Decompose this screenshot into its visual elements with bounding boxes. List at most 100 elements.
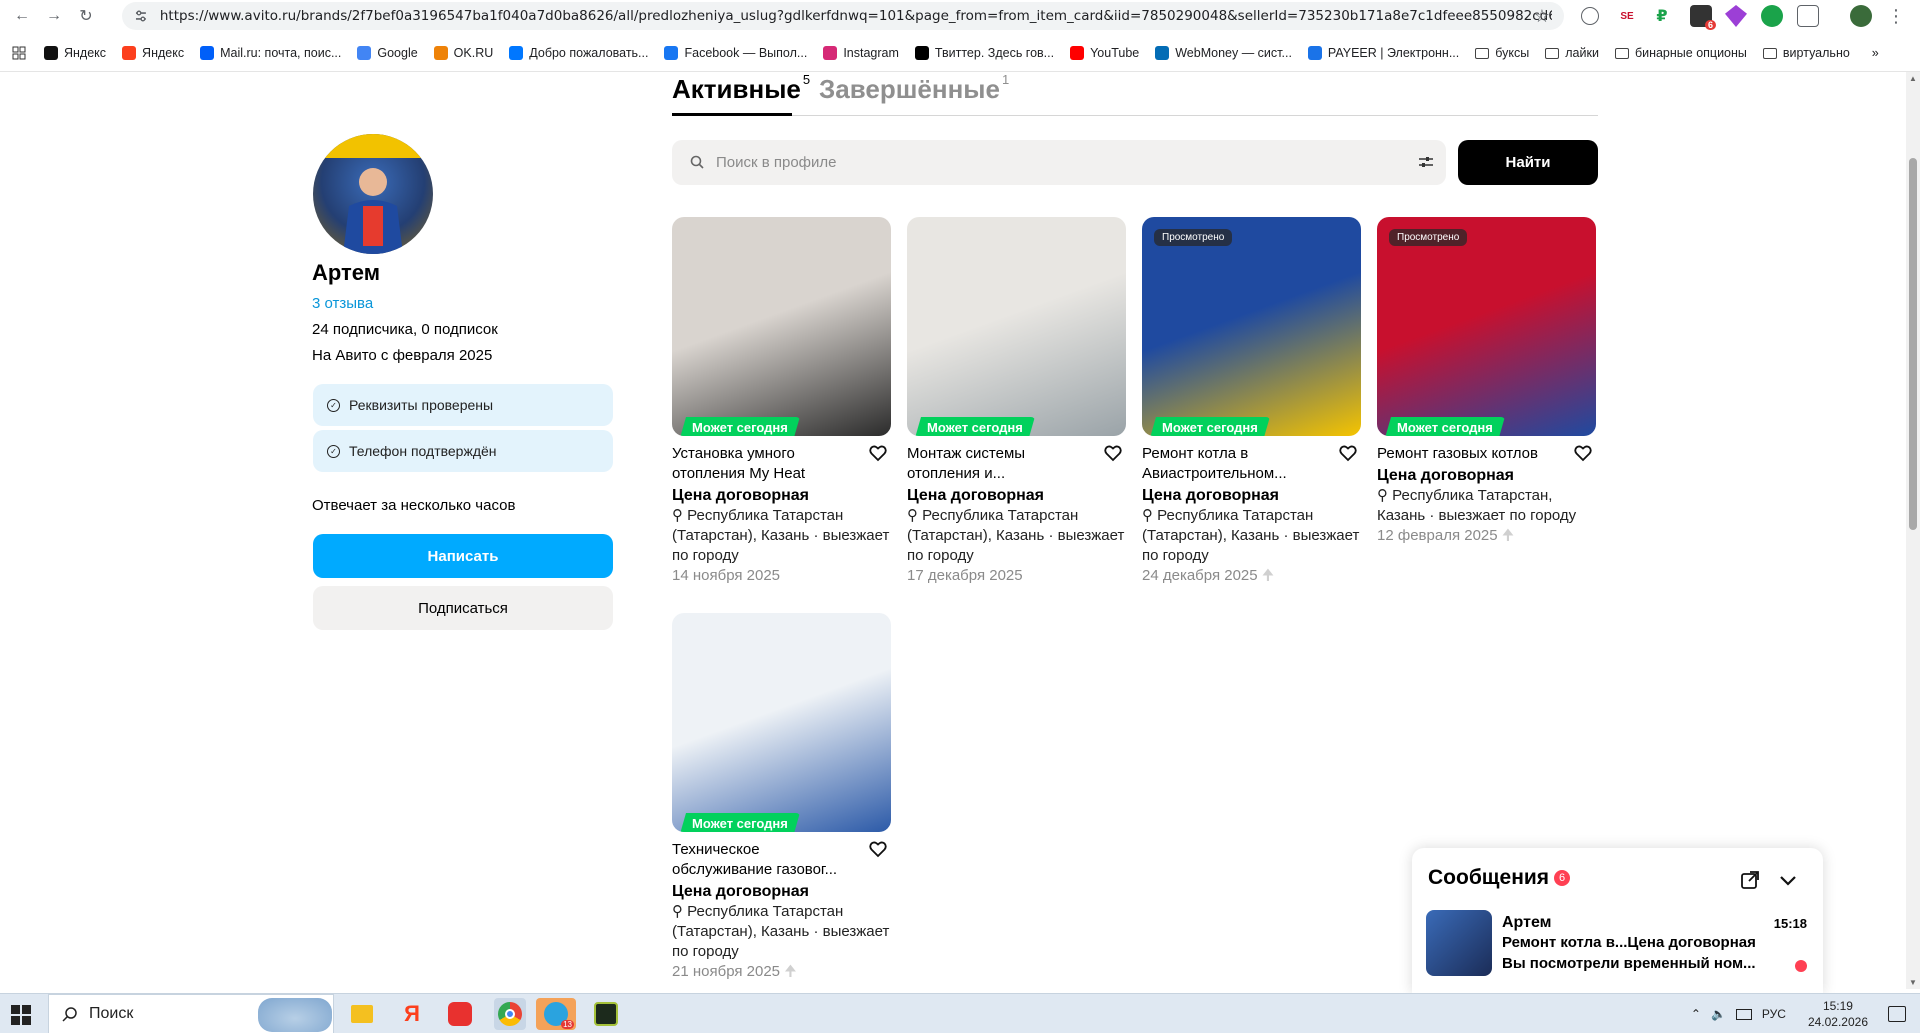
bookmark-item[interactable]: виртуально xyxy=(1762,46,1850,60)
notifications-icon[interactable] xyxy=(1888,1006,1906,1022)
listing-card[interactable]: Просмотрено Может сегодня Ремонт котла в А… xyxy=(1142,217,1361,586)
windows-start-icon[interactable] xyxy=(10,1004,32,1026)
filter-sliders-icon[interactable] xyxy=(1418,155,1434,169)
bookmarks-overflow-icon[interactable]: » xyxy=(1872,46,1879,60)
chat-ad-title[interactable]: Ремонт котла в...Цена договорная xyxy=(1502,934,1756,951)
scroll-up-icon[interactable]: ▲ xyxy=(1909,74,1917,83)
bookmark-item[interactable]: бинарные опционы xyxy=(1614,46,1747,60)
language-indicator[interactable]: РУС xyxy=(1762,1007,1786,1021)
seller-avatar[interactable] xyxy=(313,134,433,254)
bookmark-item[interactable]: Facebook — Выпол... xyxy=(664,46,807,60)
mailru-icon xyxy=(200,46,215,60)
bookmark-item[interactable]: YouTube xyxy=(1070,46,1139,60)
listing-image[interactable]: Просмотрено Может сегодня xyxy=(1142,217,1361,436)
favorite-heart-icon[interactable] xyxy=(1339,444,1357,462)
listing-title[interactable]: Монтаж системы отопления и... xyxy=(907,444,1097,484)
bookmark-item[interactable]: WebMoney — сист... xyxy=(1155,46,1292,60)
chat-name[interactable]: Артем xyxy=(1502,914,1551,932)
instagram-icon xyxy=(823,46,838,60)
bookmark-item[interactable]: лайки xyxy=(1545,46,1599,60)
bookmark-label: Google xyxy=(377,46,418,60)
tab-active[interactable]: Активные 5 xyxy=(672,72,810,105)
bookmark-item[interactable]: Google xyxy=(357,46,418,60)
listing-card[interactable]: Может сегодня Техническое обслуживание га… xyxy=(672,613,891,982)
listing-image[interactable]: Просмотрено Может сегодня xyxy=(1377,217,1596,436)
write-message-button[interactable]: Написать xyxy=(313,534,613,578)
listing-title[interactable]: Ремонт котла в Авиастроительном... xyxy=(1142,444,1332,484)
listing-card[interactable]: Может сегодня Монтаж системы отопления и.… xyxy=(907,217,1126,586)
favorite-heart-icon[interactable] xyxy=(869,444,887,462)
wps-office-icon[interactable] xyxy=(444,998,476,1030)
ruble-extension-icon[interactable]: ₽ xyxy=(1651,5,1673,27)
apps-grid-icon[interactable] xyxy=(12,46,26,60)
green-extension-icon[interactable] xyxy=(1761,5,1783,27)
subscribe-button[interactable]: Подписаться xyxy=(313,586,613,630)
date-text: 12 февраля 2025 xyxy=(1377,527,1498,544)
chrome-icon[interactable] xyxy=(494,998,526,1030)
app-icon[interactable] xyxy=(590,998,622,1030)
volume-icon[interactable]: 🔈 xyxy=(1711,1007,1726,1021)
unread-dot xyxy=(1795,960,1807,972)
gem-extension-icon[interactable] xyxy=(1725,5,1747,27)
favorite-heart-icon[interactable] xyxy=(1104,444,1122,462)
bookmark-item[interactable]: OK.RU xyxy=(433,46,493,60)
bookmark-item[interactable]: Твиттер. Здесь гов... xyxy=(914,46,1054,60)
profile-avatar-icon[interactable] xyxy=(1850,5,1872,27)
browser-menu-icon[interactable]: ⋮ xyxy=(1884,4,1908,28)
extensions-puzzle-icon[interactable] xyxy=(1797,5,1819,27)
bookmark-label: буксы xyxy=(1495,46,1530,60)
url-text[interactable]: https://www.avito.ru/brands/2f7bef0a3196… xyxy=(160,8,1552,24)
seller-name: Артем xyxy=(312,260,381,285)
extension-icon[interactable]: SE xyxy=(1616,5,1638,27)
find-button[interactable]: Найти xyxy=(1458,140,1598,185)
favorite-heart-icon[interactable] xyxy=(869,840,887,858)
listing-image[interactable]: Может сегодня xyxy=(672,613,891,832)
messages-title: Сообщения xyxy=(1428,866,1550,889)
listing-title[interactable]: Техническое обслуживание газовог... xyxy=(672,840,862,880)
listing-card[interactable]: Просмотрено Может сегодня Ремонт газовых к… xyxy=(1377,217,1596,546)
available-today-tag: Может сегодня xyxy=(1385,417,1505,436)
chat-preview[interactable]: Вы посмотрели временный ном... xyxy=(1502,955,1762,972)
forward-icon[interactable]: → xyxy=(42,4,66,28)
scroll-down-icon[interactable]: ▼ xyxy=(1909,978,1917,987)
profile-search-input[interactable]: Поиск в профиле xyxy=(672,140,1446,185)
extension-with-badge-icon[interactable]: 6 xyxy=(1690,5,1716,30)
weather-widget-icon[interactable] xyxy=(258,998,332,1032)
yandex-browser-icon[interactable]: Я xyxy=(396,998,428,1030)
bookmark-item[interactable]: буксы xyxy=(1475,46,1529,60)
bookmark-star-icon[interactable]: ☆ xyxy=(1534,6,1550,27)
listing-image[interactable]: Может сегодня xyxy=(672,217,891,436)
address-bar[interactable]: https://www.avito.ru/brands/2f7bef0a3196… xyxy=(122,2,1564,30)
tab-completed[interactable]: Завершённые 1 xyxy=(819,72,1009,105)
scroll-thumb[interactable] xyxy=(1909,158,1917,530)
site-settings-icon[interactable] xyxy=(134,9,148,23)
bookmark-item[interactable]: PAYEER | Электронн... xyxy=(1307,46,1459,60)
chevron-down-icon[interactable] xyxy=(1778,870,1798,890)
reviews-link[interactable]: 3 отзыва xyxy=(312,295,373,312)
bookmark-item[interactable]: Яндекс xyxy=(44,46,106,60)
open-external-icon[interactable] xyxy=(1740,870,1760,890)
back-icon[interactable]: ← xyxy=(10,4,34,28)
location-pin-icon: ⚲ xyxy=(907,507,923,524)
page-scrollbar[interactable]: ▲ ▼ xyxy=(1906,72,1920,989)
favorite-heart-icon[interactable] xyxy=(1574,444,1592,462)
bookmark-item[interactable]: Instagram xyxy=(823,46,899,60)
bookmark-item[interactable]: Яндекс xyxy=(122,46,184,60)
clock[interactable]: 15:19 24.02.2026 xyxy=(1808,998,1868,1030)
bookmark-item[interactable]: Добро пожаловать... xyxy=(509,46,648,60)
reload-icon[interactable]: ↻ xyxy=(74,4,98,28)
listing-title[interactable]: Установка умного отопления My Heat xyxy=(672,444,862,484)
bookmark-item[interactable]: Mail.ru: почта, поис... xyxy=(200,46,341,60)
network-icon[interactable] xyxy=(1735,1008,1752,1020)
listing-card[interactable]: Может сегодня Установка умного отопления … xyxy=(672,217,891,586)
available-today-tag: Может сегодня xyxy=(915,417,1035,436)
chevron-up-icon[interactable]: ⌃ xyxy=(1691,1007,1701,1021)
file-explorer-icon[interactable] xyxy=(346,998,378,1030)
listing-title[interactable]: Ремонт газовых котлов xyxy=(1377,444,1567,464)
globe-extension-icon[interactable] xyxy=(1581,7,1599,25)
listing-image[interactable]: Может сегодня xyxy=(907,217,1126,436)
badge-requisites-verified: ✓ Реквизиты проверены xyxy=(313,384,613,426)
chat-avatar[interactable] xyxy=(1426,910,1492,976)
telegram-icon[interactable]: 13 xyxy=(536,998,576,1030)
folder-icon xyxy=(1762,47,1777,59)
